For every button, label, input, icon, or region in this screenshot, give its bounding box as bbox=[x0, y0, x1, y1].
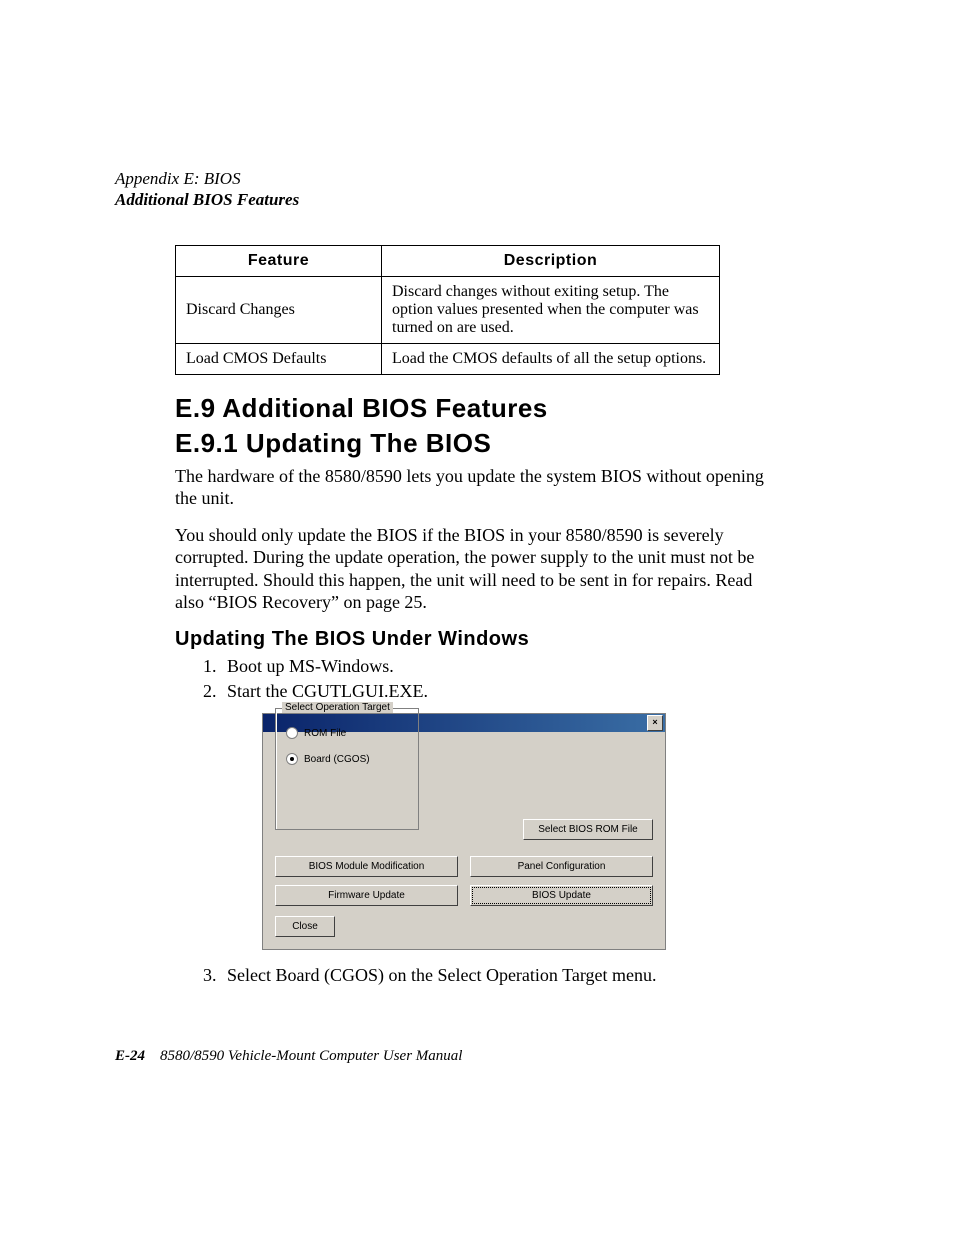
cell-feature: Load CMOS Defaults bbox=[176, 343, 382, 374]
radio-rom-file[interactable]: ROM File bbox=[286, 727, 410, 739]
page-header: Appendix E: BIOS Additional BIOS Feature… bbox=[115, 168, 839, 211]
cell-feature: Discard Changes bbox=[176, 276, 382, 343]
th-feature: Feature bbox=[176, 245, 382, 276]
heading-e9-1: E.9.1 Updating The BIOS bbox=[175, 428, 839, 459]
cell-description: Discard changes without exiting setup. T… bbox=[382, 276, 720, 343]
bios-module-modification-button[interactable]: BIOS Module Modification bbox=[275, 856, 458, 877]
steps-list: Boot up MS-Windows. Start the CGUTLGUI.E… bbox=[201, 655, 781, 704]
th-description: Description bbox=[382, 245, 720, 276]
header-appendix: Appendix E: BIOS bbox=[115, 168, 839, 189]
bios-features-table: Feature Description Discard Changes Disc… bbox=[175, 245, 720, 375]
heading-sub: Updating The BIOS Under Windows bbox=[175, 628, 839, 651]
header-section: Additional BIOS Features bbox=[115, 189, 839, 210]
radio-label: ROM File bbox=[304, 728, 346, 739]
panel-configuration-button[interactable]: Panel Configuration bbox=[470, 856, 653, 877]
bios-utility-dialog: × Select Operation Target ROM File Board… bbox=[262, 713, 666, 950]
fieldset-legend: Select Operation Target bbox=[282, 702, 393, 713]
cell-description: Load the CMOS defaults of all the setup … bbox=[382, 343, 720, 374]
select-bios-rom-file-button[interactable]: Select BIOS ROM File bbox=[523, 819, 653, 840]
list-item: Start the CGUTLGUI.EXE. bbox=[221, 680, 781, 703]
close-icon[interactable]: × bbox=[647, 715, 663, 731]
radio-icon bbox=[286, 727, 298, 739]
footer-title: 8580/8590 Vehicle-Mount Computer User Ma… bbox=[160, 1048, 462, 1064]
heading-e9: E.9 Additional BIOS Features bbox=[175, 393, 839, 424]
select-operation-target-group: Select Operation Target ROM File Board (… bbox=[275, 708, 419, 830]
radio-icon bbox=[286, 753, 298, 765]
page-number: E-24 bbox=[115, 1048, 145, 1064]
radio-label: Board (CGOS) bbox=[304, 754, 370, 765]
steps-list-cont: Select Board (CGOS) on the Select Operat… bbox=[201, 964, 781, 987]
table-row: Discard Changes Discard changes without … bbox=[176, 276, 720, 343]
list-item: Select Board (CGOS) on the Select Operat… bbox=[221, 964, 781, 987]
firmware-update-button[interactable]: Firmware Update bbox=[275, 885, 458, 906]
table-row: Load CMOS Defaults Load the CMOS default… bbox=[176, 343, 720, 374]
paragraph: The hardware of the 8580/8590 lets you u… bbox=[175, 465, 785, 510]
radio-board-cgos[interactable]: Board (CGOS) bbox=[286, 753, 410, 765]
list-item: Boot up MS-Windows. bbox=[221, 655, 781, 678]
bios-update-button[interactable]: BIOS Update bbox=[470, 885, 653, 906]
table-header-row: Feature Description bbox=[176, 245, 720, 276]
paragraph: You should only update the BIOS if the B… bbox=[175, 524, 785, 614]
close-button[interactable]: Close bbox=[275, 916, 335, 937]
page-footer: E-24 8580/8590 Vehicle-Mount Computer Us… bbox=[115, 1048, 462, 1065]
